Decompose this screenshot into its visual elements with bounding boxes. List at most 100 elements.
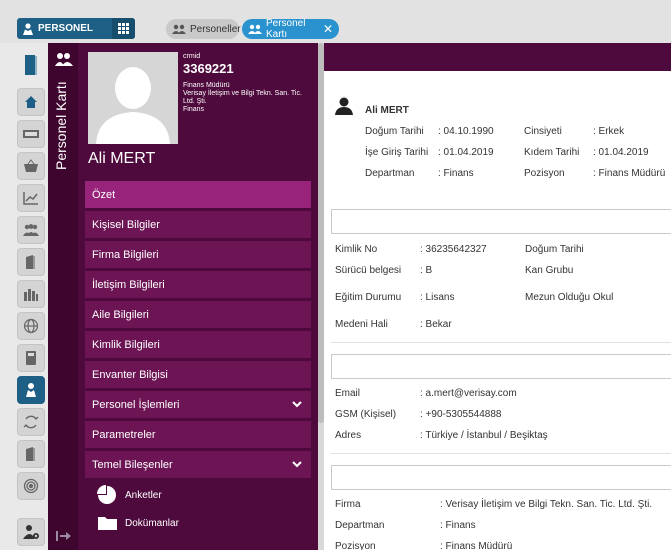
notebook-icon[interactable] xyxy=(17,344,45,372)
people-icon xyxy=(55,52,73,69)
field-label: GSM (Kişisel) xyxy=(335,409,397,420)
cycle-icon[interactable] xyxy=(17,408,45,436)
summary-key: Kıdem Tarihi xyxy=(524,147,580,158)
money-icon[interactable] xyxy=(17,120,45,148)
tab-label: Personel Kartı xyxy=(266,18,306,40)
group-icon[interactable] xyxy=(17,216,45,244)
field-value: : a.mert@verisay.com xyxy=(420,388,517,399)
brand-label: PERSONEL xyxy=(38,23,94,34)
brand-button[interactable]: PERSONEL xyxy=(17,18,135,39)
book-icon[interactable] xyxy=(17,51,45,79)
file-icon[interactable] xyxy=(17,440,45,468)
content-header xyxy=(324,43,671,71)
user-settings-icon[interactable] xyxy=(17,518,45,546)
menu-item-kisisel-bilgiler[interactable]: Kişisel Bilgiler xyxy=(85,211,311,238)
field-value: : B xyxy=(420,265,433,276)
field-value: : Finans xyxy=(440,520,476,531)
menu-label: İletişim Bilgileri xyxy=(92,278,165,291)
field-label: Departman xyxy=(335,520,385,531)
submenu-label: Anketler xyxy=(125,489,162,501)
menu-label: Personel İşlemleri xyxy=(92,398,180,411)
document-icon[interactable] xyxy=(17,248,45,276)
top-bar: PERSONEL Personeller Personel Kartı ✕ xyxy=(0,0,671,43)
pie-chart-icon xyxy=(97,485,121,505)
user-id-label: crmid xyxy=(183,53,201,60)
menu-item-kimlik-bilgileri[interactable]: Kimlik Bilgileri xyxy=(85,331,311,358)
panel-title: Personel Kartı xyxy=(53,81,69,170)
tab-label: Personeller xyxy=(190,23,241,35)
folder-icon xyxy=(97,515,121,531)
summary-key: Doğum Tarihi xyxy=(365,126,424,137)
module-icon-bar xyxy=(0,43,48,550)
people-icon xyxy=(172,24,186,34)
field-label: Pozisyon xyxy=(335,541,376,550)
menu-label: Aile Bilgileri xyxy=(92,308,149,321)
user-id: 3369221 xyxy=(183,61,234,76)
menu-label: Envanter Bilgisi xyxy=(92,368,168,381)
building-icon[interactable] xyxy=(17,280,45,308)
menu-label: Kişisel Bilgiler xyxy=(92,218,160,231)
summary-value: : 01.04.2019 xyxy=(593,147,649,158)
menu-item-iletisim-bilgileri[interactable]: İletişim Bilgileri xyxy=(85,271,311,298)
field-label: Kimlik No xyxy=(335,244,378,255)
field-label: Firma xyxy=(335,499,361,510)
field-label: Email xyxy=(335,388,361,399)
people-icon xyxy=(248,24,262,34)
person-icon xyxy=(334,97,354,118)
user-role: Finans Müdürü xyxy=(183,82,230,89)
person-sitemap-icon[interactable] xyxy=(17,376,45,404)
menu-item-personel-islemleri[interactable]: Personel İşlemleri xyxy=(85,391,311,418)
panel-menu: Özet Kişisel Bilgiler Firma Bilgileri İl… xyxy=(85,181,311,537)
summary-value: : Finans xyxy=(438,168,474,179)
field-label: Adres xyxy=(335,430,362,441)
tab-personeller[interactable]: Personeller xyxy=(166,19,241,39)
divider xyxy=(331,342,671,343)
section-header-box xyxy=(331,209,671,234)
menu-item-envanter-bilgisi[interactable]: Envanter Bilgisi xyxy=(85,361,311,388)
summary-key: Pozisyon xyxy=(524,168,565,179)
menu-label: Parametreler xyxy=(92,428,156,441)
tab-personel-karti[interactable]: Personel Kartı ✕ xyxy=(242,18,339,40)
target-icon[interactable] xyxy=(17,472,45,500)
summary-value: : 04.10.1990 xyxy=(438,126,494,137)
summary-value: : Erkek xyxy=(593,126,625,137)
menu-item-aile-bilgileri[interactable]: Aile Bilgileri xyxy=(85,301,311,328)
close-icon[interactable]: ✕ xyxy=(323,22,333,36)
menu-item-ozet[interactable]: Özet xyxy=(85,181,311,208)
submenu-item-anketler[interactable]: Anketler xyxy=(85,481,311,509)
home-icon[interactable] xyxy=(17,88,45,116)
globe-icon[interactable] xyxy=(17,312,45,340)
field-value: : +90-5305544888 xyxy=(420,409,502,420)
field-value: : Türkiye / İstanbul / Beşiktaş xyxy=(420,430,548,441)
basket-icon[interactable] xyxy=(17,152,45,180)
field-value: : Verisay İletişim ve Bilgi Tekn. San. T… xyxy=(440,499,653,510)
apps-grid-icon[interactable] xyxy=(112,18,135,39)
user-meta: crmid 3369221 Finans Müdürü Verisay İlet… xyxy=(183,53,313,114)
user-company: Verisay İletişim ve Bilgi Tekn. San. Tic… xyxy=(183,90,302,105)
field-label: Doğum Tarihi xyxy=(525,244,584,255)
submenu-label: Dokümanlar xyxy=(125,517,179,529)
summary-key: Cinsiyeti xyxy=(524,126,562,137)
field-label: Kan Grubu xyxy=(525,265,574,276)
field-value: : Bekar xyxy=(420,319,452,330)
field-label: Mezun Olduğu Okul xyxy=(525,292,614,303)
summary-name: Ali MERT xyxy=(365,105,409,116)
user-department: Finans xyxy=(183,106,205,113)
user-name: Ali MERT xyxy=(88,150,156,167)
chevron-down-icon xyxy=(292,459,302,471)
expand-arrow-icon[interactable] xyxy=(56,530,72,545)
field-value: : Finans Müdürü xyxy=(440,541,513,550)
divider xyxy=(331,453,671,454)
person-icon xyxy=(19,18,37,39)
summary-value: : 01.04.2019 xyxy=(438,147,494,158)
menu-item-parametreler[interactable]: Parametreler xyxy=(85,421,311,448)
menu-item-firma-bilgileri[interactable]: Firma Bilgileri xyxy=(85,241,311,268)
chart-icon[interactable] xyxy=(17,184,45,212)
submenu-item-dokumanlar[interactable]: Dokümanlar xyxy=(85,509,311,537)
field-value: : 36235642327 xyxy=(420,244,487,255)
menu-item-temel-bilesenler[interactable]: Temel Bileşenler xyxy=(85,451,311,478)
field-label: Eğitim Durumu xyxy=(335,292,402,303)
summary-key: İşe Giriş Tarihi xyxy=(365,147,429,158)
field-label: Medeni Hali xyxy=(335,319,388,330)
field-label: Sürücü belgesi xyxy=(335,265,402,276)
